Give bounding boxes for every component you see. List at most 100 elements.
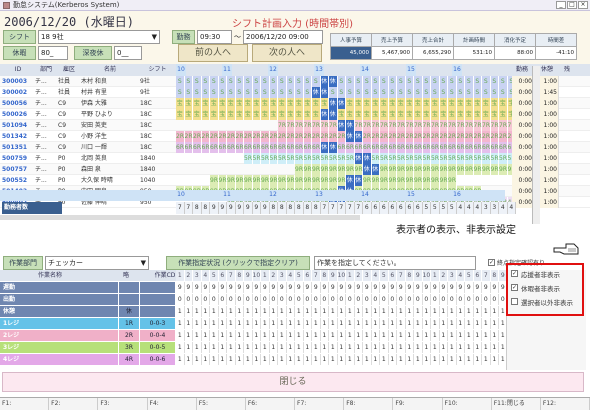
work-slot[interactable]: 1: [388, 306, 397, 317]
shift-slot[interactable]: 6R: [244, 142, 253, 153]
shift-slot[interactable]: 9R: [456, 164, 465, 175]
shift-slot[interactable]: S: [490, 87, 499, 98]
shift-slot[interactable]: S: [431, 87, 440, 98]
work-slot[interactable]: 1: [312, 354, 321, 365]
work-slot[interactable]: 1: [422, 330, 431, 341]
shift-slot[interactable]: 宝: [473, 98, 482, 109]
shift-slot[interactable]: S: [499, 76, 508, 87]
shift-slot[interactable]: 宝: [193, 98, 202, 109]
work-slot[interactable]: 9: [235, 282, 244, 293]
shift-slot[interactable]: 9R: [439, 175, 448, 186]
shift-slot[interactable]: 9R: [371, 175, 380, 186]
shift-slot[interactable]: 5R: [405, 153, 414, 164]
shift-slot[interactable]: 9R: [490, 164, 499, 175]
work-slot[interactable]: 1: [363, 318, 372, 329]
shift-slot[interactable]: S: [337, 76, 346, 87]
shift-slot[interactable]: 9R: [448, 175, 457, 186]
shift-slot[interactable]: 5R: [482, 153, 491, 164]
shift-slot[interactable]: 9R: [482, 164, 491, 175]
function-key[interactable]: F9:: [393, 398, 443, 410]
work-slot[interactable]: 1: [371, 354, 380, 365]
work-slot[interactable]: 1: [193, 330, 202, 341]
work-slot[interactable]: 1: [312, 306, 321, 317]
work-slot[interactable]: 0: [456, 294, 465, 305]
work-slot[interactable]: 1: [371, 330, 380, 341]
work-slot[interactable]: 1: [261, 318, 270, 329]
shift-slot[interactable]: 休: [329, 98, 338, 109]
shift-slot[interactable]: 6R: [499, 142, 508, 153]
work-slot[interactable]: 1: [252, 306, 261, 317]
shift-slot[interactable]: 2R: [210, 131, 219, 142]
shift-slot[interactable]: S: [371, 76, 380, 87]
shift-slot[interactable]: 6R: [227, 142, 236, 153]
shift-slot[interactable]: S: [193, 76, 202, 87]
work-slot[interactable]: 1: [269, 318, 278, 329]
work-slot[interactable]: 0: [244, 294, 253, 305]
shift-slot[interactable]: S: [337, 87, 346, 98]
work-slot[interactable]: 1: [244, 330, 253, 341]
work-slot[interactable]: 0: [210, 294, 219, 305]
shift-slot[interactable]: 7R: [465, 120, 474, 131]
shift-slot[interactable]: 6R: [490, 142, 499, 153]
shift-slot[interactable]: 9R: [320, 175, 329, 186]
work-slot[interactable]: 1: [465, 318, 474, 329]
shift-slot[interactable]: S: [456, 87, 465, 98]
shift-slot[interactable]: 2R: [439, 131, 448, 142]
shift-slot[interactable]: 6R: [312, 142, 321, 153]
work-slot[interactable]: 9: [346, 282, 355, 293]
shift-slot[interactable]: 2R: [320, 131, 329, 142]
work-slot[interactable]: 1: [278, 342, 287, 353]
work-slot[interactable]: 0: [320, 294, 329, 305]
work-slot[interactable]: 1: [380, 342, 389, 353]
work-slot[interactable]: 9: [244, 282, 253, 293]
work-slot[interactable]: 1: [397, 318, 406, 329]
work-slot[interactable]: 1: [456, 306, 465, 317]
chevron-down-icon[interactable]: ▼: [141, 257, 146, 269]
work-slot[interactable]: 9: [252, 282, 261, 293]
work-slot[interactable]: 1: [329, 342, 338, 353]
shift-slot[interactable]: 宝: [303, 109, 312, 120]
work-slot[interactable]: 0: [354, 294, 363, 305]
shift-slot[interactable]: 7R: [320, 120, 329, 131]
shift-slot[interactable]: 休: [312, 87, 321, 98]
shift-slot[interactable]: S: [261, 87, 270, 98]
work-slot[interactable]: 1: [422, 342, 431, 353]
work-slot[interactable]: 0: [295, 294, 304, 305]
shift-slot[interactable]: 6R: [184, 142, 193, 153]
work-slot[interactable]: 1: [388, 318, 397, 329]
shift-slot[interactable]: 5R: [465, 153, 474, 164]
work-slot[interactable]: 0: [184, 294, 193, 305]
shift-slot[interactable]: S: [235, 87, 244, 98]
work-slot[interactable]: 9: [363, 282, 372, 293]
shift-slot[interactable]: 5R: [252, 153, 261, 164]
shift-slot[interactable]: 休: [320, 142, 329, 153]
shift-slot[interactable]: 宝: [371, 109, 380, 120]
work-slot[interactable]: 9: [490, 282, 499, 293]
work-slot[interactable]: 9: [193, 282, 202, 293]
work-row[interactable]: 3レジ 3R 0-0-5 1 1 1 1 1 1 1 1 1 1 1 1 1 1 1 1 1 1 1 1 1 1 1 1 1 1 1 1 1 1…: [0, 342, 516, 353]
shift-slot[interactable]: 宝: [456, 109, 465, 120]
shift-slot[interactable]: S: [312, 76, 321, 87]
shift-slot[interactable]: 6R: [354, 142, 363, 153]
shift-slot[interactable]: 5R: [499, 153, 508, 164]
shift-slot[interactable]: 宝: [448, 109, 457, 120]
shift-slot[interactable]: S: [380, 87, 389, 98]
work-slot[interactable]: 1: [388, 354, 397, 365]
shift-slot[interactable]: 6R: [431, 142, 440, 153]
work-slot[interactable]: 1: [490, 342, 499, 353]
shift-slot[interactable]: 休: [320, 109, 329, 120]
shift-slot[interactable]: 休: [320, 87, 329, 98]
work-row[interactable]: 4レジ 4R 0-0-6 1 1 1 1 1 1 1 1 1 1 1 1 1 1 1 1 1 1 1 1 1 1 1 1 1 1 1 1 1 1…: [0, 354, 516, 365]
work-slot[interactable]: 1: [405, 342, 414, 353]
work-slot[interactable]: 1: [363, 306, 372, 317]
shift-slot[interactable]: 9R: [397, 175, 406, 186]
work-slot[interactable]: 9: [184, 282, 193, 293]
shift-slot[interactable]: 5R: [456, 153, 465, 164]
work-slot[interactable]: 1: [176, 342, 185, 353]
shift-slot[interactable]: 宝: [201, 109, 210, 120]
shift-slot[interactable]: 7R: [363, 120, 372, 131]
work-dept-select[interactable]: チェッカー ▼: [45, 256, 149, 270]
work-slot[interactable]: 1: [482, 354, 491, 365]
work-row[interactable]: 1レジ 1R 0-0-3 1 1 1 1 1 1 1 1 1 1 1 1 1 1 1 1 1 1 1 1 1 1 1 1 1 1 1 1 1 1…: [0, 318, 516, 329]
shift-slot[interactable]: S: [482, 87, 491, 98]
